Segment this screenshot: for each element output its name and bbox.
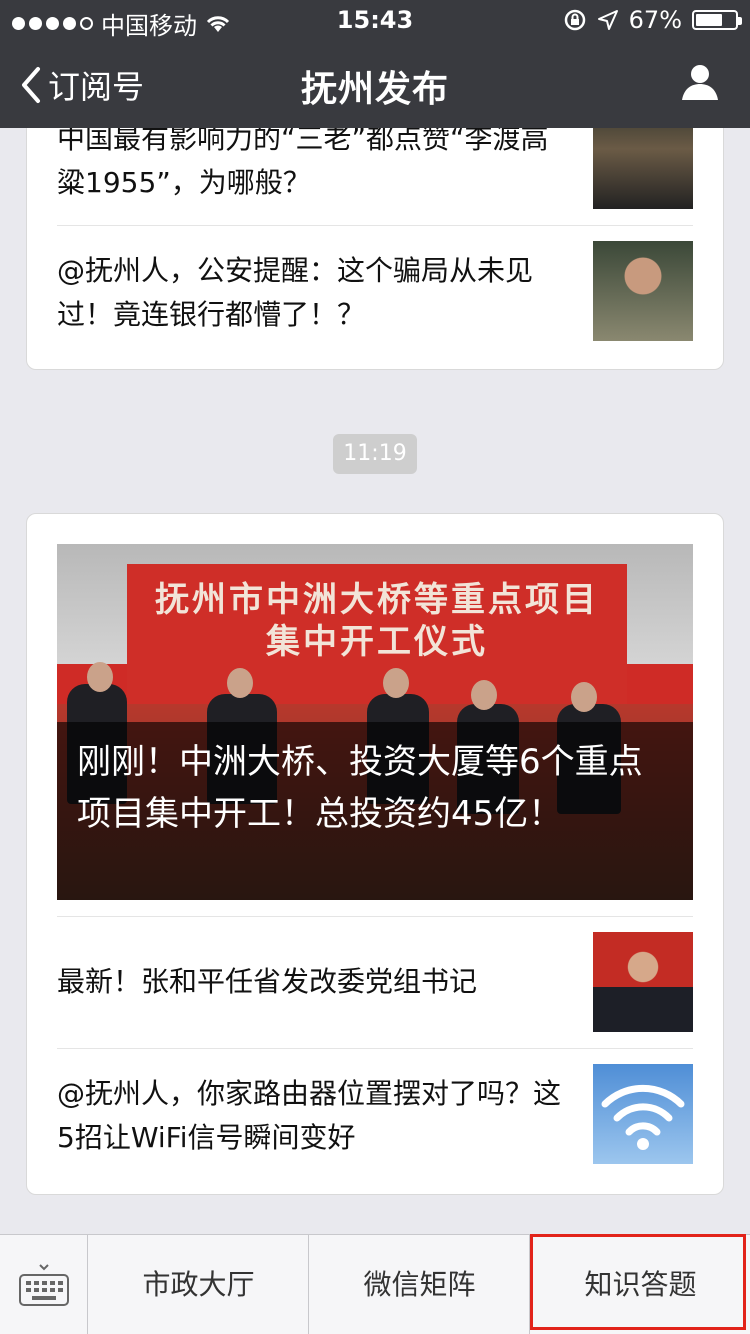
article-title: @抚州人，公安提醒：这个骗局从未见过！竟连银行都懵了！？ — [57, 254, 534, 331]
selection-highlight — [530, 1234, 746, 1330]
wifi-icon — [601, 1084, 685, 1150]
menu-item-wechat-matrix[interactable]: 微信矩阵 — [310, 1235, 530, 1334]
hero-image-person-head — [383, 668, 409, 698]
battery-icon — [692, 10, 742, 30]
page-title: 抚州发布 — [300, 69, 449, 110]
article-thumbnail — [593, 241, 693, 341]
article-title: @抚州人，你家路由器位置摆对了吗？这5招让WiFi信号瞬间变好 — [57, 1077, 562, 1154]
divider — [57, 1048, 693, 1049]
message-timestamp: 11:19 — [333, 434, 417, 474]
hero-banner-text: 集中开工仪式 — [266, 622, 488, 662]
lock-rotation-icon — [564, 9, 585, 31]
navigation-bar: 订阅号 抚州发布 — [0, 40, 750, 128]
article-thumbnail — [593, 932, 693, 1032]
article-list-item[interactable]: @抚州人，公安提醒：这个骗局从未见过！竟连银行都懵了！？ — [57, 241, 693, 341]
hero-image-person-head — [87, 662, 113, 692]
person-icon[interactable] — [680, 62, 720, 102]
divider — [57, 225, 693, 226]
top-bar: 中国移动 15:43 67% 订阅号 抚州发布 — [0, 0, 750, 128]
hero-image-person-head — [471, 680, 497, 710]
featured-article[interactable]: 抚州市中洲大桥等重点项目 集中开工仪式 刚刚！中洲大桥、投资大厦等6个重点项目集… — [57, 544, 693, 900]
keyboard-icon — [19, 1264, 69, 1306]
article-card: 中国最有影响力的“三老”都点赞“李渡高粱1955”，为哪般？ @抚州人，公安提醒… — [26, 109, 724, 370]
status-bar: 中国移动 15:43 67% — [0, 0, 750, 40]
article-list-item[interactable]: @抚州人，你家路由器位置摆对了吗？这5招让WiFi信号瞬间变好 — [57, 1064, 693, 1164]
article-title: 中国最有影响力的“三老”都点赞“李渡高粱1955”，为哪般？ — [57, 122, 549, 199]
featured-article-title: 刚刚！中洲大桥、投资大厦等6个重点项目集中开工！总投资约45亿！ — [57, 722, 693, 900]
menu-item-municipal-hall[interactable]: 市政大厅 — [89, 1235, 309, 1334]
hero-image-person-head — [571, 682, 597, 712]
divider — [57, 916, 693, 917]
article-list-item[interactable]: 最新！张和平任省发改委党组书记 — [57, 932, 693, 1032]
article-card: 抚州市中洲大桥等重点项目 集中开工仪式 刚刚！中洲大桥、投资大厦等6个重点项目集… — [26, 513, 724, 1195]
article-thumbnail — [593, 1064, 693, 1164]
article-title: 最新！张和平任省发改委党组书记 — [57, 965, 478, 998]
keyboard-toggle-button[interactable] — [0, 1235, 88, 1334]
location-arrow-icon — [597, 10, 618, 30]
battery-percent: 67% — [628, 6, 682, 34]
hero-image-person-head — [227, 668, 253, 698]
